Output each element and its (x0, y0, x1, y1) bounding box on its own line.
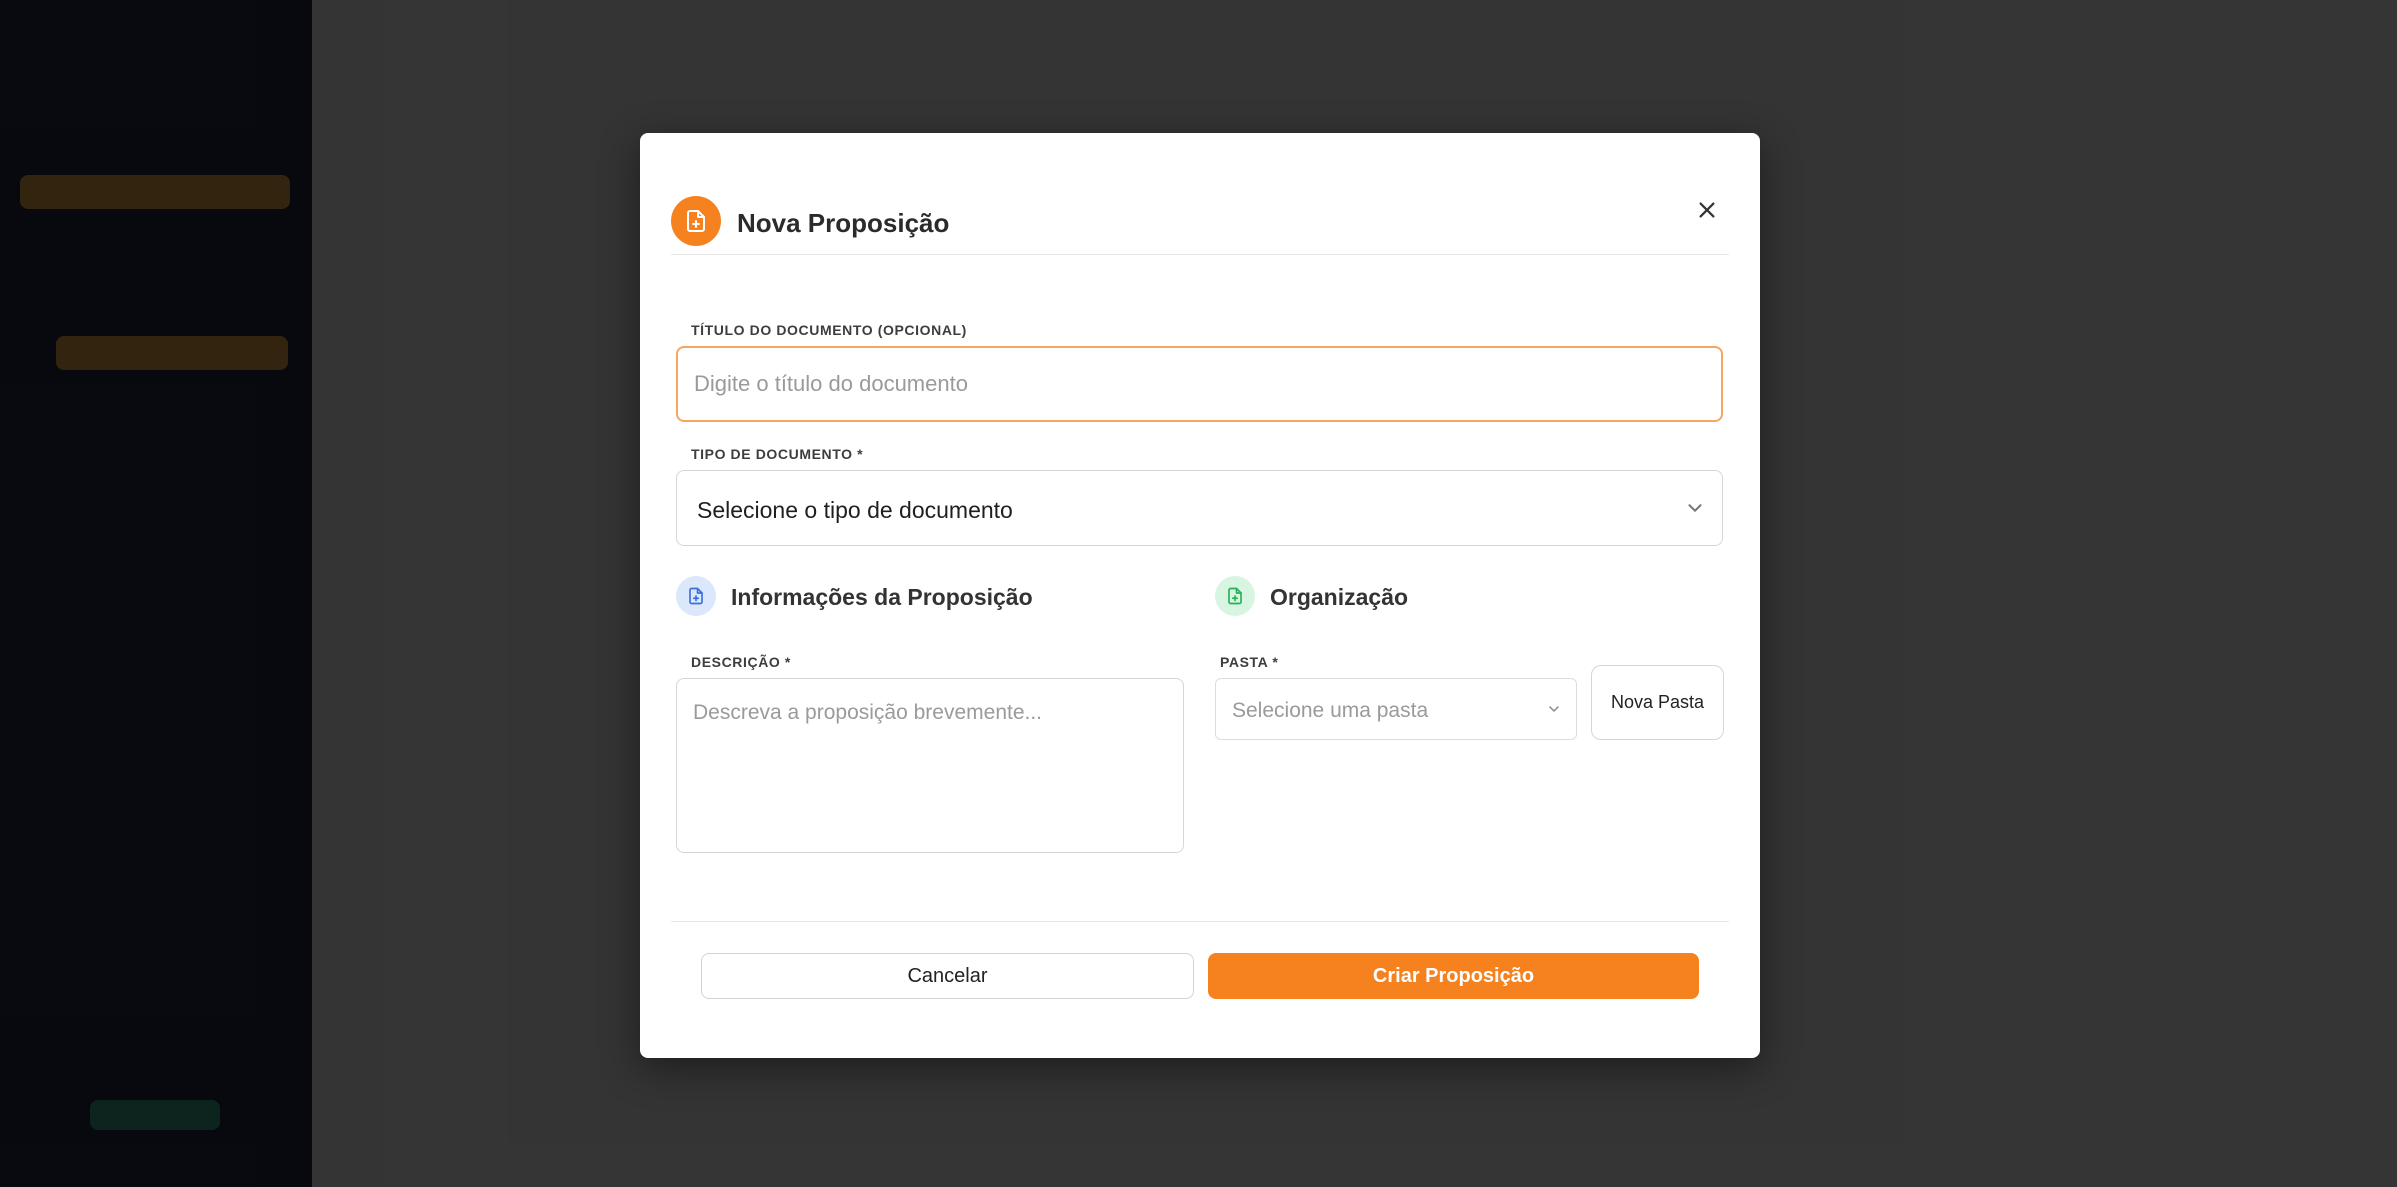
new-folder-button[interactable]: Nova Pasta (1591, 665, 1724, 740)
folder-label: PASTA * (1220, 654, 1279, 670)
document-type-select[interactable]: Selecione o tipo de documento (676, 470, 1723, 546)
new-proposal-modal: Nova Proposição TÍTULO DO DOCUMENTO (OPC… (640, 133, 1760, 1058)
close-icon (1699, 202, 1715, 218)
org-section-title: Organização (1270, 584, 1409, 610)
file-plus-icon (1228, 587, 1242, 605)
document-type-selected: Selecione o tipo de documento (697, 497, 1013, 523)
modal-header: Nova Proposição (671, 164, 1729, 255)
title-input[interactable] (676, 346, 1723, 422)
folder-select[interactable]: Selecione uma pasta (1215, 678, 1577, 740)
title-field-label: TÍTULO DO DOCUMENTO (OPCIONAL) (691, 322, 967, 338)
description-textarea[interactable] (676, 678, 1184, 853)
org-section-icon (1215, 576, 1255, 616)
info-section-icon (676, 576, 716, 616)
file-plus-icon (689, 587, 703, 605)
cancel-button[interactable]: Cancelar (701, 953, 1194, 999)
file-plus-icon (671, 196, 721, 246)
chevron-down-icon (1688, 504, 1702, 512)
type-field-label: TIPO DE DOCUMENTO * (691, 446, 864, 462)
create-proposal-button[interactable]: Criar Proposição (1208, 953, 1699, 999)
info-section-title: Informações da Proposição (731, 584, 1033, 610)
footer-divider (671, 921, 1729, 922)
folder-selected: Selecione uma pasta (1232, 699, 1429, 722)
chevron-down-icon (1549, 706, 1559, 712)
modal-title: Nova Proposição (737, 208, 950, 238)
description-label: DESCRIÇÃO * (691, 654, 791, 670)
close-button[interactable] (1685, 188, 1729, 232)
